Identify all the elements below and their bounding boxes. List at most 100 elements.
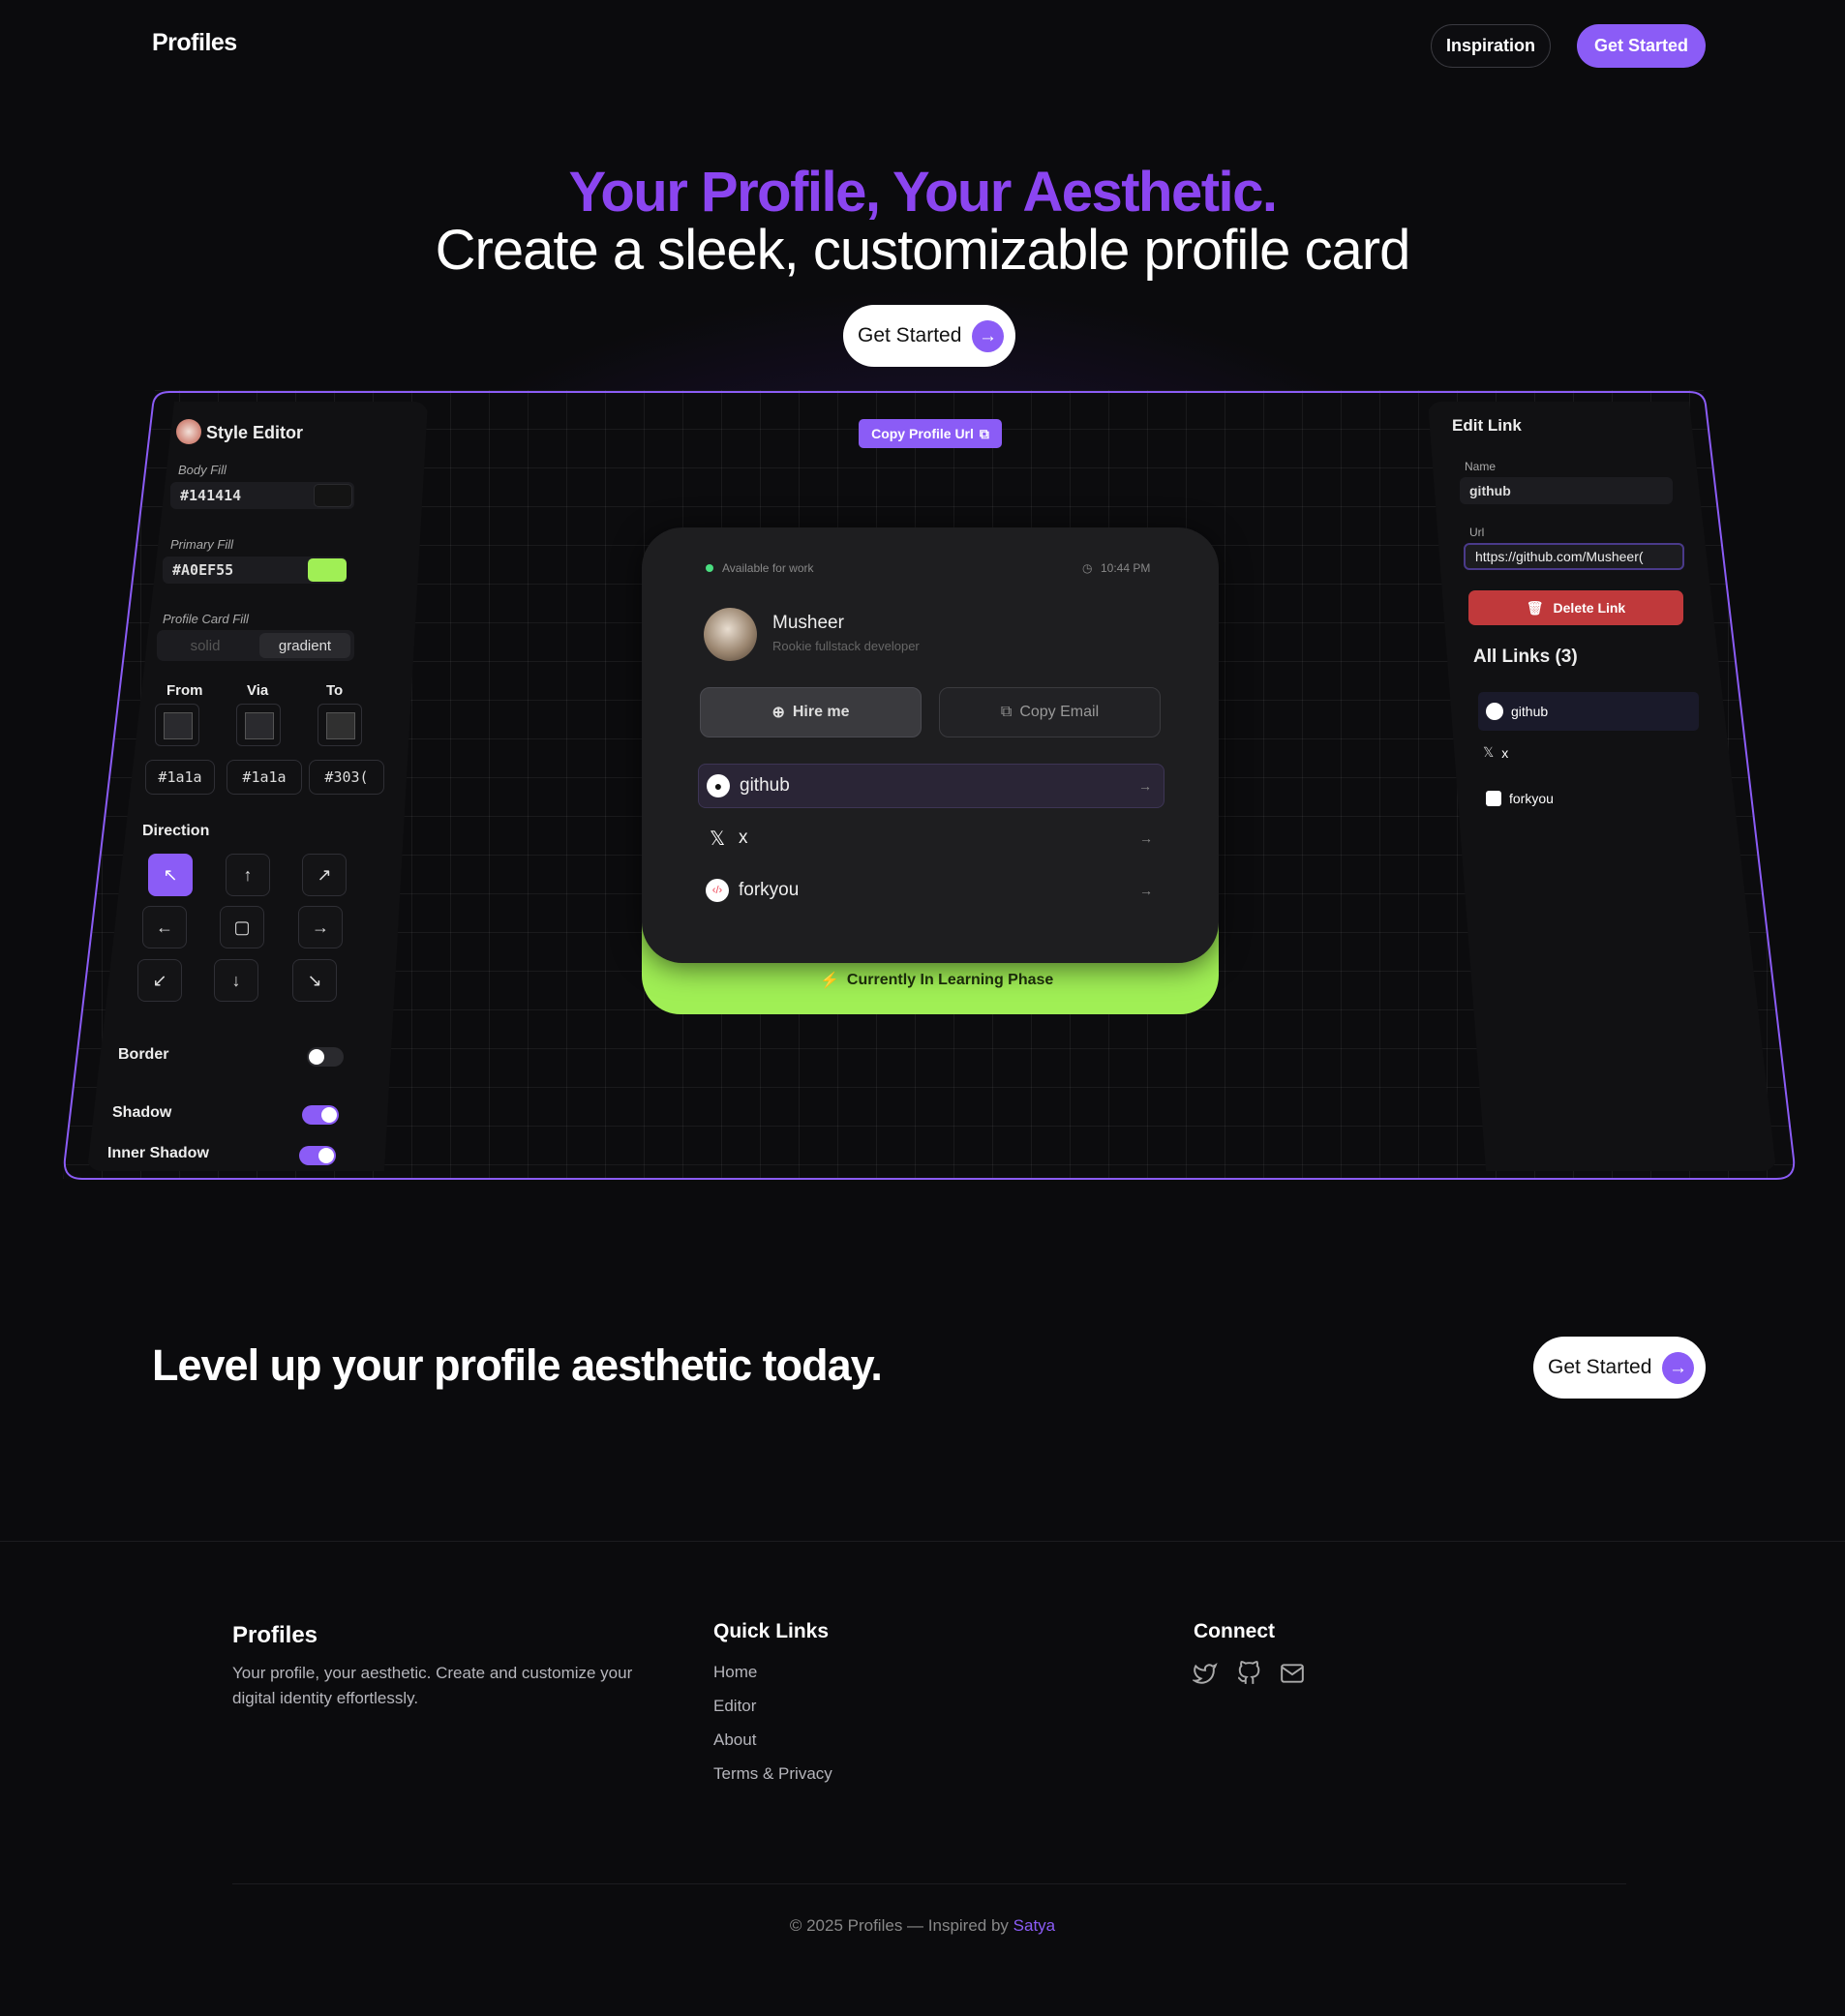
x-icon: 𝕏: [1483, 744, 1495, 760]
footer-description: Your profile, your aesthetic. Create and…: [232, 1664, 633, 1707]
profile-avatar: [704, 608, 757, 661]
direction-center[interactable]: ▢: [220, 906, 264, 948]
from-hex-input[interactable]: #1a1a: [145, 760, 215, 795]
status-text: Available for work: [722, 561, 814, 575]
direction-label: Direction: [142, 823, 210, 839]
promo-text: Level up your profile aesthetic today.: [152, 1340, 883, 1390]
footer-link-terms[interactable]: Terms & Privacy: [713, 1764, 832, 1784]
to-color-swatch[interactable]: [318, 704, 362, 746]
border-toggle[interactable]: [307, 1047, 344, 1067]
promo-get-started-button[interactable]: Get Started →: [1533, 1337, 1706, 1399]
forkyou-icon: [1486, 791, 1501, 806]
mail-icon[interactable]: [1280, 1661, 1305, 1686]
border-label: Border: [118, 1046, 169, 1063]
inner-shadow-label: Inner Shadow: [107, 1145, 209, 1161]
arrow-right-icon: →: [972, 320, 1004, 352]
github-icon: [1486, 703, 1503, 720]
body-fill-swatch[interactable]: [314, 484, 352, 507]
direction-bottom[interactable]: ↓: [214, 959, 258, 1002]
via-color-swatch[interactable]: [236, 704, 281, 746]
footer-link-about[interactable]: About: [713, 1730, 756, 1750]
direction-bottom-right[interactable]: ↘: [292, 959, 337, 1002]
direction-right[interactable]: →: [298, 906, 343, 948]
direction-top-right[interactable]: ↗: [302, 854, 347, 896]
trash-icon: 🗑: [1526, 599, 1544, 616]
card-fill-label: Profile Card Fill: [163, 612, 249, 626]
fill-mode-toggle: solid gradient: [157, 630, 354, 661]
card-footer: ⚡ Currently In Learning Phase: [820, 971, 1053, 990]
hero-title: Your Profile, Your Aesthetic.: [568, 161, 1278, 224]
connect-title: Connect: [1194, 1620, 1275, 1642]
copyright: © 2025 Profiles — Inspired by Satya: [0, 1916, 1845, 1936]
delete-link-button[interactable]: 🗑 Delete Link: [1468, 590, 1683, 625]
style-editor-panel: Style Editor Body Fill #141414 Primary F…: [87, 402, 428, 1171]
card-time: 10:44 PM: [1101, 561, 1151, 575]
inner-shadow-toggle[interactable]: [299, 1146, 336, 1165]
github-icon[interactable]: [1236, 1661, 1261, 1686]
hire-me-label: Hire me: [792, 704, 850, 720]
shadow-label: Shadow: [112, 1104, 172, 1121]
to-hex-input[interactable]: #303(: [309, 760, 384, 795]
copy-email-button[interactable]: ⧉ Copy Email: [939, 687, 1161, 737]
arrow-right-icon: →: [1139, 883, 1153, 898]
hero-get-started-button[interactable]: Get Started →: [843, 305, 1015, 367]
from-label: From: [166, 682, 203, 699]
hero-cta-label: Get Started: [858, 324, 962, 346]
direction-top[interactable]: ↑: [226, 854, 270, 896]
primary-fill-swatch[interactable]: [308, 558, 347, 582]
primary-fill-label: Primary Fill: [170, 537, 233, 552]
arrow-right-icon: →: [1138, 778, 1152, 794]
twitter-icon[interactable]: [1193, 1661, 1218, 1686]
copyright-text: © 2025 Profiles — Inspired by: [789, 1916, 1013, 1935]
direction-top-left[interactable]: ↖: [148, 854, 193, 896]
footer-bottom-divider: [232, 1883, 1626, 1884]
brand-logo[interactable]: Profiles: [152, 29, 237, 57]
copy-icon: ⧉: [979, 425, 989, 441]
via-hex-input[interactable]: #1a1a: [227, 760, 302, 795]
card-link-label: github: [740, 775, 790, 796]
direction-left[interactable]: ←: [142, 906, 187, 948]
inspired-by-link[interactable]: Satya: [1013, 1916, 1055, 1935]
card-link-label: forkyou: [739, 880, 800, 900]
avatar: [176, 419, 201, 444]
link-list-item[interactable]: github: [1478, 692, 1699, 731]
card-link-forkyou[interactable]: ‹/› forkyou →: [698, 868, 1164, 913]
direction-bottom-left[interactable]: ↙: [137, 959, 182, 1002]
card-footer-text: Currently In Learning Phase: [846, 972, 1054, 988]
github-icon: ●: [707, 774, 730, 797]
get-started-nav-button[interactable]: Get Started: [1577, 24, 1706, 68]
card-link-x[interactable]: 𝕏 x →: [698, 816, 1164, 860]
delete-link-label: Delete Link: [1553, 600, 1626, 616]
from-color-swatch[interactable]: [155, 704, 199, 746]
arrow-right-icon: →: [1139, 830, 1153, 846]
profile-name: Musheer: [772, 613, 844, 633]
copy-url-label: Copy Profile Url: [871, 426, 974, 441]
solid-option[interactable]: solid: [157, 630, 254, 661]
link-url-input[interactable]: https://github.com/Musheer(: [1464, 543, 1684, 570]
footer-divider: [0, 1541, 1845, 1542]
navbar: Profiles Inspiration Get Started: [0, 0, 1845, 92]
card-link-label: x: [739, 827, 748, 848]
hire-me-button[interactable]: ⊕ Hire me: [700, 687, 922, 737]
link-list-item[interactable]: forkyou: [1486, 791, 1554, 806]
footer-link-home[interactable]: Home: [713, 1663, 757, 1682]
gradient-option[interactable]: gradient: [259, 633, 350, 658]
shadow-toggle[interactable]: [302, 1105, 339, 1125]
card-link-github[interactable]: ● github →: [698, 764, 1164, 808]
all-links-title: All Links (3): [1473, 647, 1578, 667]
copy-email-label: Copy Email: [1019, 704, 1100, 720]
footer-brand: Profiles: [232, 1622, 318, 1648]
link-list-label: github: [1511, 704, 1549, 719]
lightning-icon: ⚡: [820, 973, 839, 989]
arrow-right-icon: →: [1662, 1352, 1694, 1384]
forkyou-icon: ‹/›: [706, 879, 729, 902]
inspiration-button[interactable]: Inspiration: [1431, 24, 1551, 68]
to-label: To: [326, 682, 344, 699]
link-name-input[interactable]: github: [1460, 477, 1673, 504]
footer-link-editor[interactable]: Editor: [713, 1697, 756, 1716]
link-list-label: x: [1501, 744, 1509, 761]
body-fill-label: Body Fill: [178, 463, 227, 477]
link-list-item[interactable]: 𝕏 x: [1483, 744, 1508, 761]
copy-profile-url-button[interactable]: Copy Profile Url ⧉: [859, 419, 1002, 448]
status-dot: [706, 564, 713, 572]
